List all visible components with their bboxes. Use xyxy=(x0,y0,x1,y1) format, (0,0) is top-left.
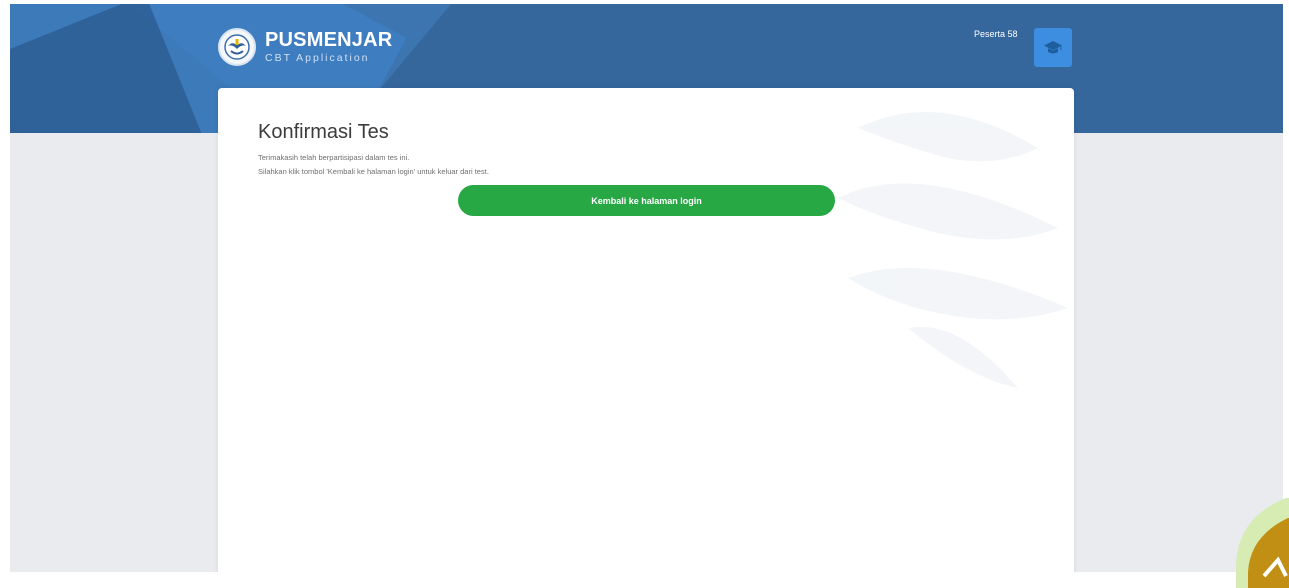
back-to-login-button[interactable]: Kembali ke halaman login xyxy=(458,185,835,216)
thank-you-message: Terimakasih telah berpartisipasi dalam t… xyxy=(258,153,410,162)
app-page: PUSMENJAR CBT Application Peserta 58 Kon… xyxy=(10,4,1283,572)
watermark-emblem-icon xyxy=(838,112,1068,388)
confirmation-card: Konfirmasi Tes Terimakasih telah berpart… xyxy=(218,88,1074,572)
graduation-cap-icon xyxy=(1044,40,1062,53)
user-avatar[interactable] xyxy=(1034,28,1072,67)
instruction-message: Silahkan klik tombol 'Kembali ke halaman… xyxy=(258,167,489,176)
brand-logo: PUSMENJAR CBT Application xyxy=(218,24,392,70)
page-title: Konfirmasi Tes xyxy=(258,121,389,143)
corner-badge-icon xyxy=(1236,498,1289,588)
tut-wuri-emblem-icon xyxy=(218,28,256,66)
user-name: Peserta 58 xyxy=(974,29,1018,39)
brand-title: PUSMENJAR xyxy=(265,29,393,52)
brand-subtitle: CBT Application xyxy=(265,52,370,65)
